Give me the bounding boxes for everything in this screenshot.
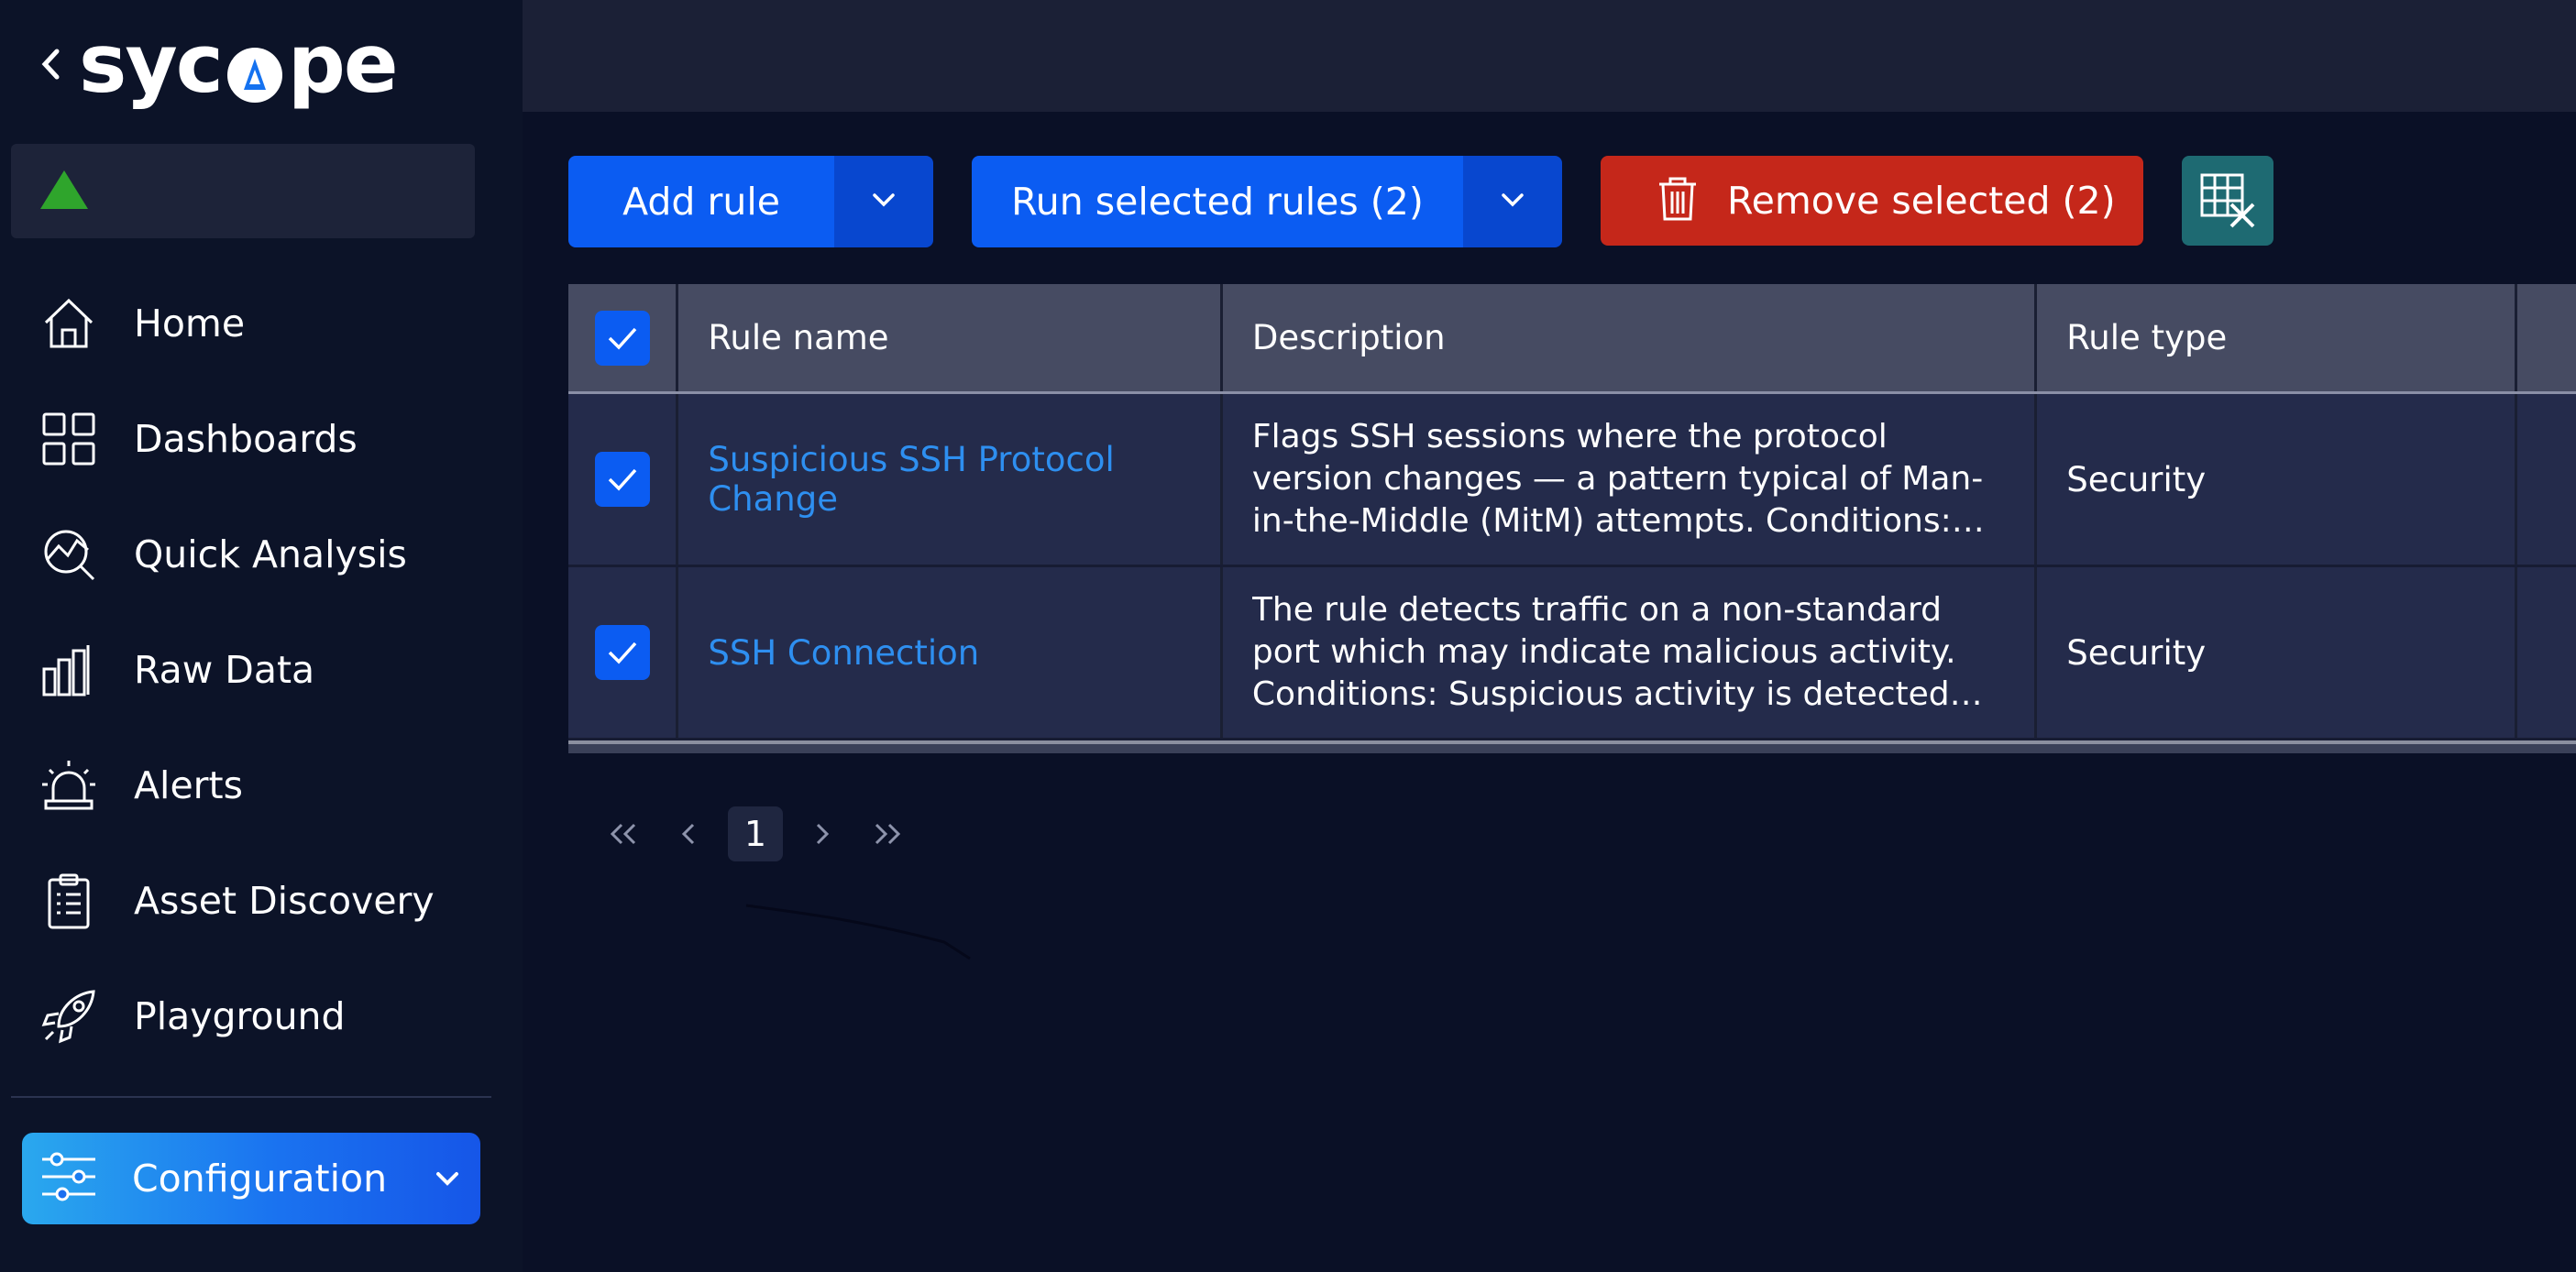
run-selected-rules-button[interactable]: Run selected rules (2) — [972, 156, 1463, 247]
rocket-icon — [39, 986, 99, 1047]
overflow-cell — [2517, 567, 2576, 738]
stray-stroke-mark — [745, 904, 971, 960]
sidebar: syc pe Home Dashboards Quick Analysis Ra… — [0, 0, 523, 1272]
sidebar-item-label: Asset Discovery — [134, 879, 435, 923]
double-chevron-left-icon — [610, 823, 636, 845]
horizontal-scrollbar[interactable] — [568, 740, 2576, 753]
logo-text-start: syc — [79, 16, 224, 111]
rules-table: Rule name Description Rule type Suspicio… — [568, 284, 2576, 753]
rule-description: Flags SSH sessions where the protocol ve… — [1251, 418, 1984, 540]
sidebar-item-label: Quick Analysis — [134, 532, 407, 576]
sidebar-item-label: Home — [134, 302, 246, 345]
top-bar — [523, 0, 2576, 112]
row-checkbox[interactable] — [594, 625, 650, 680]
status-triangle-icon — [39, 169, 90, 214]
add-rule-dropdown-button[interactable] — [834, 156, 933, 247]
sidebar-item-asset-discovery[interactable]: Asset Discovery — [0, 843, 523, 959]
table-header-row: Rule name Description Rule type — [568, 284, 2576, 394]
row-checkbox-cell — [568, 567, 679, 738]
asset-discovery-icon — [39, 871, 99, 931]
dashboards-icon — [39, 409, 99, 469]
chevron-left-icon — [681, 823, 695, 845]
sidebar-item-raw-data[interactable]: Raw Data — [0, 612, 523, 728]
sidebar-item-label: Raw Data — [134, 648, 315, 692]
home-icon — [39, 293, 99, 354]
check-icon — [608, 327, 636, 350]
sidebar-item-label: Playground — [134, 994, 346, 1038]
rule-name-cell: Suspicious SSH Protocol Change — [678, 394, 1223, 565]
sidebar-item-label: Dashboards — [134, 417, 358, 461]
brand: syc pe — [37, 16, 399, 111]
rule-type: Security — [2066, 632, 2207, 673]
run-rules-dropdown-button[interactable] — [1463, 156, 1562, 247]
add-rule-button[interactable]: Add rule — [568, 156, 834, 247]
sidebar-nav: Home Dashboards Quick Analysis Raw Data … — [0, 266, 523, 1074]
run-rules-split-button: Run selected rules (2) — [972, 156, 1562, 247]
table-row[interactable]: Suspicious SSH Protocol Change Flags SSH… — [568, 394, 2576, 567]
table-clear-button[interactable] — [2182, 156, 2273, 246]
description-cell: The rule detects traffic on a non-standa… — [1223, 567, 2038, 738]
first-page-button[interactable] — [596, 806, 651, 861]
chevron-down-icon — [869, 185, 898, 218]
rule-type: Security — [2066, 459, 2207, 499]
row-checkbox[interactable] — [594, 452, 650, 507]
header-rule-type[interactable]: Rule type — [2037, 284, 2517, 391]
sidebar-item-dashboards[interactable]: Dashboards — [0, 381, 523, 497]
sidebar-item-alerts[interactable]: Alerts — [0, 728, 523, 843]
quick-analysis-icon — [39, 524, 99, 585]
logo-o-icon — [224, 38, 286, 103]
header-checkbox-cell — [568, 284, 679, 391]
check-icon — [608, 468, 636, 491]
chevron-down-icon[interactable] — [433, 1164, 462, 1193]
chevron-right-icon — [816, 823, 830, 845]
check-icon — [608, 641, 636, 664]
logo-text-end: pe — [287, 16, 399, 111]
row-checkbox-cell — [568, 394, 679, 565]
header-overflow-column — [2517, 284, 2576, 391]
raw-data-icon — [39, 640, 99, 700]
add-rule-split-button: Add rule — [568, 156, 933, 247]
sidebar-item-configuration[interactable]: Configuration — [22, 1133, 480, 1224]
rule-name-link[interactable]: SSH Connection — [708, 633, 979, 673]
sidebar-item-playground[interactable]: Playground — [0, 959, 523, 1074]
remove-selected-label: Remove selected (2) — [1727, 179, 2116, 223]
sliders-icon — [39, 1146, 99, 1211]
overflow-cell — [2517, 394, 2576, 565]
tenant-selector[interactable] — [11, 144, 475, 238]
trash-icon — [1656, 175, 1700, 226]
sidebar-divider — [11, 1096, 491, 1098]
table-row[interactable]: SSH Connection The rule detects traffic … — [568, 567, 2576, 740]
page-number-button[interactable]: 1 — [728, 806, 783, 861]
last-page-button[interactable] — [860, 806, 915, 861]
header-rule-name[interactable]: Rule name — [678, 284, 1223, 391]
sycope-logo[interactable]: syc pe — [79, 16, 399, 111]
header-description[interactable]: Description — [1223, 284, 2038, 391]
table-clear-icon — [2198, 170, 2257, 232]
prev-page-button[interactable] — [662, 806, 717, 861]
select-all-checkbox[interactable] — [594, 310, 650, 366]
rule-type-cell: Security — [2037, 394, 2517, 565]
chevron-down-icon — [1498, 185, 1527, 218]
toolbar: Add rule Run selected rules (2) Remove s… — [568, 156, 2576, 247]
rule-name-link[interactable]: Suspicious SSH Protocol Change — [708, 440, 1191, 519]
rule-name-cell: SSH Connection — [678, 567, 1223, 738]
next-page-button[interactable] — [794, 806, 849, 861]
pagination: 1 — [596, 806, 926, 861]
back-chevron-icon[interactable] — [37, 46, 64, 82]
configuration-label: Configuration — [132, 1157, 388, 1201]
alerts-icon — [39, 755, 99, 816]
description-cell: Flags SSH sessions where the protocol ve… — [1223, 394, 2038, 565]
rule-type-cell: Security — [2037, 567, 2517, 738]
sidebar-item-label: Alerts — [134, 763, 243, 807]
double-chevron-right-icon — [875, 823, 901, 845]
remove-selected-button[interactable]: Remove selected (2) — [1601, 156, 2143, 246]
sidebar-item-quick-analysis[interactable]: Quick Analysis — [0, 497, 523, 612]
rule-description: The rule detects traffic on a non-standa… — [1251, 591, 1956, 713]
sidebar-item-home[interactable]: Home — [0, 266, 523, 381]
